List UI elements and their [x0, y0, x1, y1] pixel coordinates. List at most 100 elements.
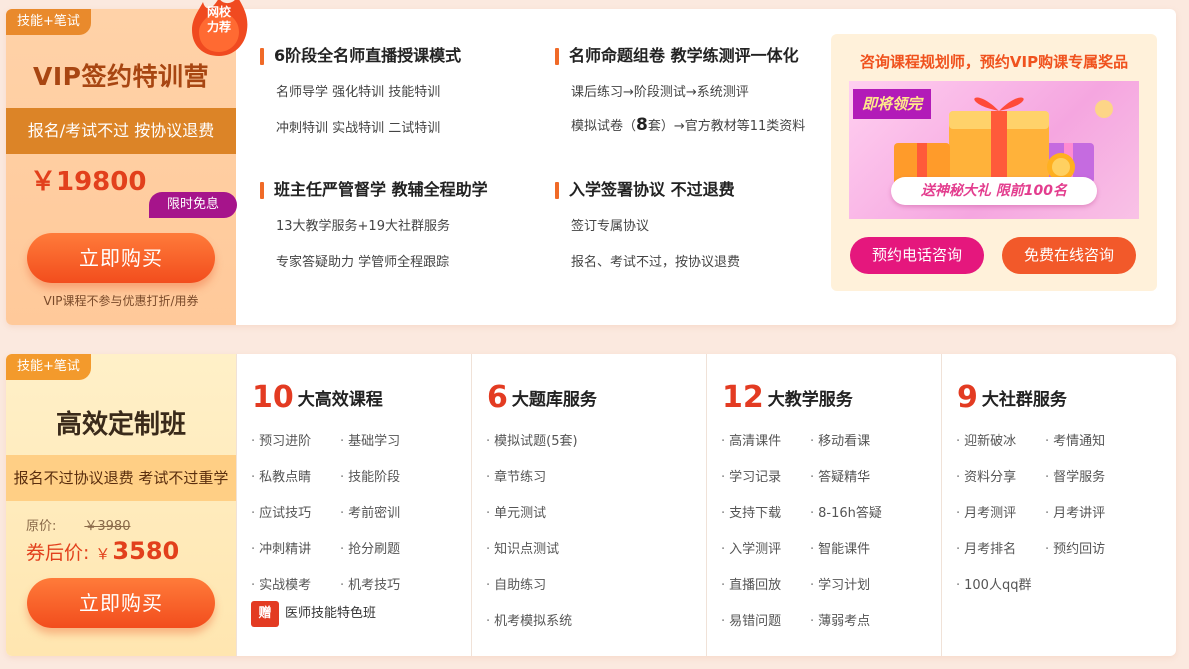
original-price-label: 原价:	[26, 519, 57, 534]
custom-price-panel: 技能+笔试 高效定制班 报名不过协议退费 考试不过重学 原价: ￥3980 券后价…	[6, 354, 236, 656]
list-item: 单元测试	[486, 502, 546, 521]
list-item: 机考模拟系统	[486, 610, 572, 629]
feature-exam-paper: 名师命题组卷 教学练测评一体化	[555, 45, 799, 67]
list-item: 知识点测试	[486, 538, 559, 557]
online-consult-button[interactable]: 免费在线咨询	[1002, 237, 1136, 274]
feature-line: 13大教学服务+19大社群服务	[276, 219, 450, 234]
list-item: 机考技巧	[340, 574, 400, 593]
column-label: 大社群服务	[981, 390, 1067, 410]
flame-text-line: 网校	[206, 5, 231, 19]
feature-line: 专家答疑助力 学管师全程跟踪	[276, 255, 450, 270]
flame-text-line: 力荐	[206, 20, 231, 34]
list-item: 直播回放	[721, 574, 781, 593]
list-item: 章节练习	[486, 466, 546, 485]
list-item: 智能课件	[810, 538, 870, 557]
banner-gift-pill: 送神秘大礼 限前100名	[891, 177, 1097, 205]
list-item: 冲刺精讲	[251, 538, 311, 557]
list-item: 学习记录	[721, 466, 781, 485]
coupon-price-label: 券后价:	[26, 542, 90, 564]
gift-icon: 赠	[251, 601, 279, 627]
list-item: 薄弱考点	[810, 610, 870, 629]
list-item: 实战模考	[251, 574, 311, 593]
list-item: 抢分刷题	[340, 538, 400, 557]
list-item: 月考测评	[956, 502, 1016, 521]
coupon-price-line: 券后价: ￥3580	[26, 537, 179, 565]
vip-course-title: VIP签约特训营	[33, 62, 209, 91]
column-label: 大高效课程	[297, 390, 383, 410]
mock-count: 8	[636, 115, 648, 135]
phone-consult-button[interactable]: 预约电话咨询	[850, 237, 984, 274]
custom-refund-band: 报名不过协议退费 考试不过重学	[6, 455, 236, 501]
vip-course-card: 技能+笔试 VIP签约特训营 报名/考试不过 按协议退费 ￥19800 限时免息…	[6, 9, 1176, 325]
original-price: ￥3980	[84, 519, 131, 534]
list-item: 自助练习	[486, 574, 546, 593]
column-courses: 10大高效课程 预习进阶 基础学习 私教点睛 技能阶段 应试技巧 考前密训 冲刺…	[236, 354, 471, 656]
column-title: 9 大社群服务	[957, 380, 1067, 415]
feature-heading: 入学签署协议 不过退费	[555, 179, 735, 201]
original-price-line: 原价: ￥3980	[26, 515, 130, 534]
recommend-flame-badge: 网校 力荐	[187, 0, 251, 58]
column-label: 大题库服务	[511, 390, 597, 410]
list-item: 月考讲评	[1045, 502, 1105, 521]
vip-price: ￥19800	[30, 167, 147, 197]
list-item: 易错问题	[721, 610, 781, 629]
list-item: 答疑精华	[810, 466, 870, 485]
consult-panel: 咨询课程规划师，预约VIP购课专属奖品 即将领完 送神秘大礼 限前100名 预约…	[831, 34, 1157, 291]
list-item: 应试技巧	[251, 502, 311, 521]
custom-buy-button[interactable]: 立即购买	[27, 578, 215, 628]
column-count: 12	[722, 380, 764, 415]
column-question-bank: 6大题库服务 模拟试题(5套) 章节练习 单元测试 知识点测试 自助练习 机考模…	[471, 354, 706, 656]
mock-suffix: 套）→官方教材等11类资料	[647, 119, 806, 134]
feature-line: 名师导学 强化特训 技能特训	[276, 85, 441, 100]
gift-label: 医师技能特色班	[285, 606, 377, 621]
list-item: 模拟试题(5套)	[486, 430, 577, 449]
course-type-tag: 技能+笔试	[6, 9, 91, 35]
list-item: 督学服务	[1045, 466, 1105, 485]
list-item: 高清课件	[721, 430, 781, 449]
list-item: 学习计划	[810, 574, 870, 593]
coupon-price: 3580	[112, 537, 180, 565]
coupon-currency: ￥	[95, 545, 111, 563]
interest-free-badge: 限时免息	[149, 192, 237, 218]
list-item: 私教点睛	[251, 466, 311, 485]
course-type-tag: 技能+笔试	[6, 354, 91, 380]
consult-title: 咨询课程规划师，预约VIP购课专属奖品	[859, 53, 1129, 71]
gift-banner[interactable]: 即将领完 送神秘大礼 限前100名	[849, 81, 1139, 219]
vip-refund-band: 报名/考试不过 按协议退费	[6, 108, 236, 154]
feature-line: 签订专属协议	[571, 219, 650, 234]
feature-line-mock: 模拟试卷（8套）→官方教材等11类资料	[571, 115, 805, 135]
feature-line: 课后练习→阶段测试→系统测评	[571, 85, 749, 100]
feature-agreement: 入学签署协议 不过退费	[555, 179, 735, 201]
column-count: 6	[487, 380, 508, 415]
list-item: 支持下载	[721, 502, 781, 521]
custom-course-card: 技能+笔试 高效定制班 报名不过协议退费 考试不过重学 原价: ￥3980 券后价…	[6, 354, 1176, 656]
feature-supervision: 班主任严管督学 教辅全程助学	[260, 179, 488, 201]
column-title: 12 大教学服务	[722, 380, 853, 415]
vip-buy-button[interactable]: 立即购买	[27, 233, 215, 283]
feature-heading: 班主任严管督学 教辅全程助学	[260, 179, 488, 201]
list-item: 技能阶段	[340, 466, 400, 485]
column-title: 6 大题库服务	[487, 380, 597, 415]
list-item: 资料分享	[956, 466, 1016, 485]
feature-heading: 6阶段全名师直播授课模式	[260, 45, 461, 67]
list-item: 移动看课	[810, 430, 870, 449]
list-item: 入学测评	[721, 538, 781, 557]
column-label: 大教学服务	[767, 390, 853, 410]
feature-line: 报名、考试不过，按协议退费	[571, 255, 741, 270]
feature-live-teaching: 6阶段全名师直播授课模式	[260, 45, 461, 67]
list-item: 考情通知	[1045, 430, 1105, 449]
list-item: 预约回访	[1045, 538, 1105, 557]
gift-item: 赠医师技能特色班	[251, 601, 376, 627]
list-item: 100人qq群	[956, 574, 1031, 593]
mock-prefix: 模拟试卷（	[571, 119, 637, 134]
list-item: 迎新破冰	[956, 430, 1016, 449]
column-count: 10	[252, 380, 294, 415]
column-community-services: 9大社群服务 迎新破冰 考情通知 资料分享 督学服务 月考测评 月考讲评 月考排…	[941, 354, 1176, 656]
list-item: 月考排名	[956, 538, 1016, 557]
column-count: 9	[957, 380, 978, 415]
column-teaching-services: 12大教学服务 高清课件 移动看课 学习记录 答疑精华 支持下载 8-16h答疑…	[706, 354, 941, 656]
feature-line: 冲刺特训 实战特训 二试特训	[276, 121, 441, 136]
list-item: 预习进阶	[251, 430, 311, 449]
list-item: 考前密训	[340, 502, 400, 521]
banner-badge: 即将领完	[853, 89, 931, 119]
